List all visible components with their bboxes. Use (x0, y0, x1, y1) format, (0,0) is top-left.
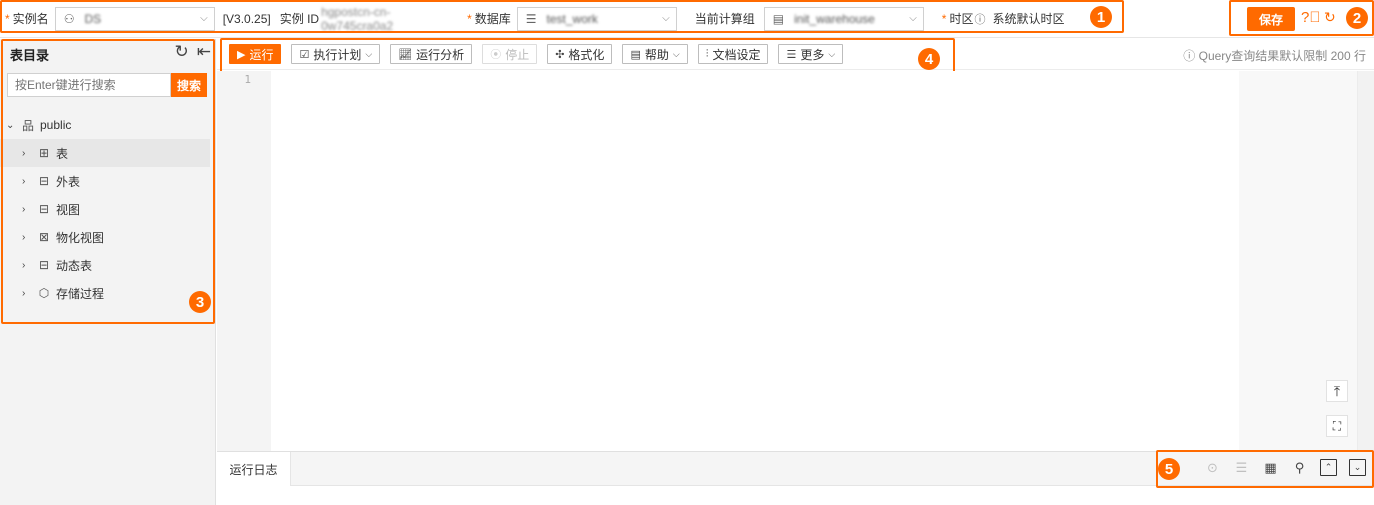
line-number-gutter: 1 (217, 71, 271, 451)
info-icon: ⓘ (1183, 49, 1199, 63)
annotation-box-3 (1, 39, 215, 324)
vertical-scrollbar[interactable] (1357, 71, 1374, 451)
query-limit-text: Query查询结果默认限制 200 行 (1198, 49, 1366, 63)
fullscreen-icon[interactable]: ⛶ (1326, 415, 1348, 437)
annotation-badge-3: 3 (189, 291, 211, 313)
annotation-badge-5: 5 (1158, 458, 1180, 480)
annotation-box-1 (0, 0, 1124, 33)
sql-editor[interactable] (271, 71, 1239, 451)
scroll-to-top-icon[interactable]: ⤒ (1326, 380, 1348, 402)
line-number: 1 (244, 73, 251, 86)
query-limit-note: ⓘ Query查询结果默认限制 200 行 (1183, 47, 1366, 64)
annotation-badge-4: 4 (918, 48, 940, 70)
annotation-box-5 (1156, 450, 1374, 488)
tab-run-log[interactable]: 运行日志 (217, 452, 291, 486)
annotation-badge-2: 2 (1346, 7, 1368, 29)
annotation-badge-1: 1 (1090, 6, 1112, 28)
